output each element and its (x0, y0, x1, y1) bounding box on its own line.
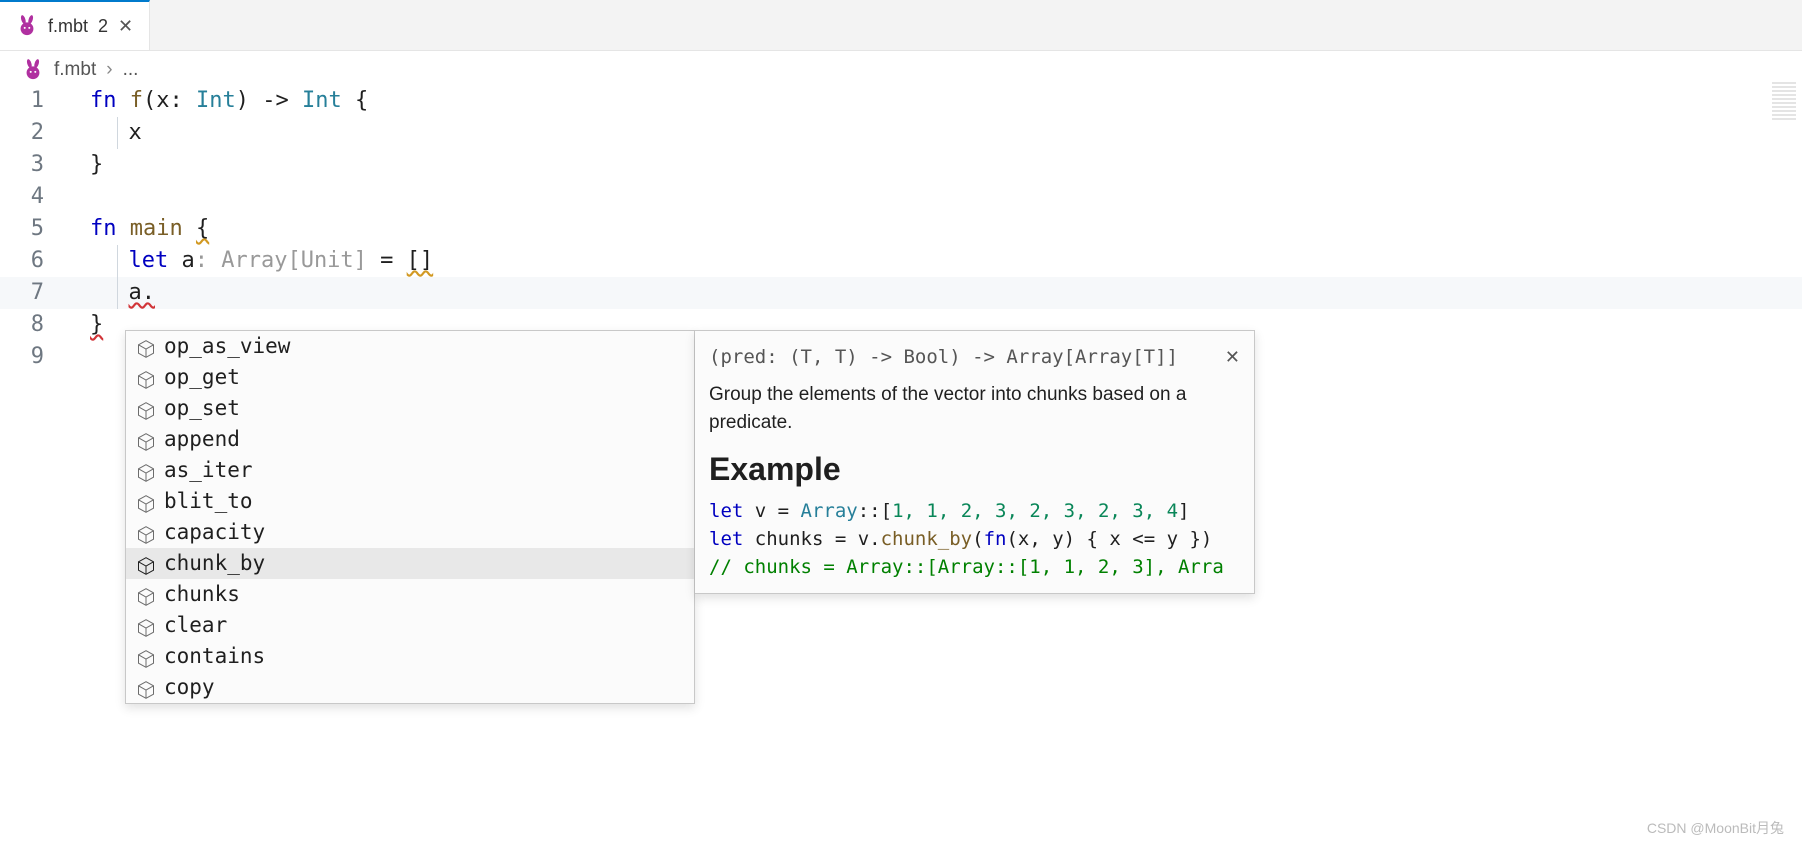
code-line[interactable]: fn f(x: Int) -> Int { (90, 85, 1802, 117)
suggest-item-op-as-view[interactable]: op_as_view (126, 331, 694, 362)
breadcrumb[interactable]: f.mbt › ... (0, 51, 1802, 85)
suggest-label: op_get (164, 362, 240, 393)
method-icon (136, 585, 156, 605)
method-icon (136, 678, 156, 698)
suggest-item-copy[interactable]: copy (126, 672, 694, 703)
suggest-label: blit_to (164, 486, 253, 517)
tab-filename: f.mbt (48, 16, 88, 37)
method-icon (136, 616, 156, 636)
suggest-label: chunks (164, 579, 240, 610)
minimap[interactable] (1772, 80, 1796, 120)
doc-description: Group the elements of the vector into ch… (709, 381, 1240, 437)
documentation-panel: (pred: (T, T) -> Bool) -> Array[Array[T]… (695, 330, 1255, 594)
suggest-label: op_as_view (164, 331, 290, 362)
suggest-label: as_iter (164, 455, 253, 486)
suggest-item-op-get[interactable]: op_get (126, 362, 694, 393)
suggest-label: capacity (164, 517, 265, 548)
method-icon (136, 523, 156, 543)
suggest-item-chunks[interactable]: chunks (126, 579, 694, 610)
suggest-label: append (164, 424, 240, 455)
close-icon[interactable]: ✕ (118, 16, 133, 37)
suggest-item-contains[interactable]: contains (126, 641, 694, 672)
method-icon (136, 647, 156, 667)
doc-example-code: let v = Array::[1, 1, 2, 3, 2, 3, 2, 3, … (709, 497, 1240, 581)
moonbit-file-icon (22, 59, 44, 81)
tab-bar: f.mbt 2 ✕ (0, 0, 1802, 51)
method-icon (136, 430, 156, 450)
watermark: CSDN @MoonBit月兔 (1647, 818, 1784, 838)
doc-example-heading: Example (709, 455, 1240, 483)
suggest-item-append[interactable]: append (126, 424, 694, 455)
breadcrumb-more: ... (123, 59, 139, 81)
method-icon (136, 554, 156, 574)
suggest-item-capacity[interactable]: capacity (126, 517, 694, 548)
line-number: 1 (0, 85, 58, 117)
method-icon (136, 337, 156, 357)
suggestion-list[interactable]: op_as_viewop_getop_setappendas_iterblit_… (125, 330, 695, 704)
suggest-label: op_set (164, 393, 240, 424)
doc-signature: (pred: (T, T) -> Bool) -> Array[Array[T]… (709, 343, 1178, 371)
method-icon (136, 399, 156, 419)
suggest-item-clear[interactable]: clear (126, 610, 694, 641)
suggest-label: copy (164, 672, 215, 703)
breadcrumb-separator: › (106, 59, 112, 81)
moonbit-file-icon (16, 15, 38, 37)
tab-dirty-count: 2 (98, 16, 108, 37)
suggest-item-op-set[interactable]: op_set (126, 393, 694, 424)
close-icon[interactable]: ✕ (1225, 343, 1240, 371)
file-tab[interactable]: f.mbt 2 ✕ (0, 0, 150, 50)
method-icon (136, 368, 156, 388)
suggest-label: contains (164, 641, 265, 672)
suggest-item-blit-to[interactable]: blit_to (126, 486, 694, 517)
suggest-label: clear (164, 610, 227, 641)
method-icon (136, 461, 156, 481)
suggest-item-as-iter[interactable]: as_iter (126, 455, 694, 486)
suggest-item-chunk-by[interactable]: chunk_by (126, 548, 694, 579)
method-icon (136, 492, 156, 512)
breadcrumb-file: f.mbt (54, 59, 96, 81)
suggest-label: chunk_by (164, 548, 265, 579)
